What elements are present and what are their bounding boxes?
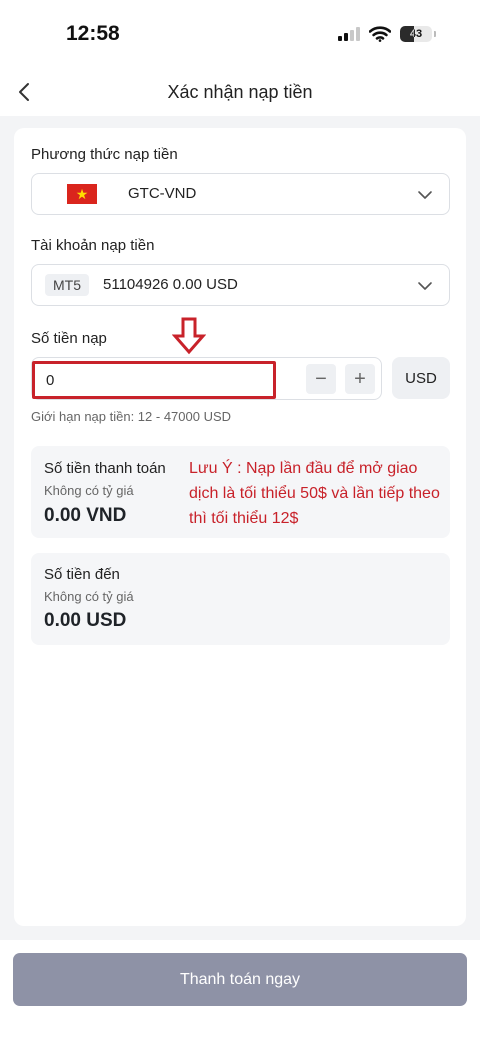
deposit-account-label: Tài khoản nạp tiền xyxy=(31,237,155,254)
deposit-limit-text: Giới hạn nạp tiền: 12 - 47000 USD xyxy=(31,409,232,424)
vietnam-flag-icon: ★ xyxy=(67,184,97,204)
amount-label: Số tiền nạp xyxy=(31,330,107,347)
decrease-button[interactable]: − xyxy=(306,364,336,394)
payment-amount-value: 0.00 VND xyxy=(44,505,127,526)
pay-now-button[interactable]: Thanh toán ngay xyxy=(13,953,467,1006)
battery-cap xyxy=(434,31,436,37)
chevron-down-icon xyxy=(418,282,432,290)
battery-level: 43 xyxy=(409,28,423,40)
currency-button[interactable]: USD xyxy=(392,357,450,399)
cellular-signal-icon xyxy=(338,27,360,41)
status-bar: 12:58 43 xyxy=(0,0,480,70)
deposit-method-value: GTC-VND xyxy=(128,185,197,202)
deposit-method-select[interactable]: ★ GTC-VND xyxy=(31,173,450,215)
received-amount-box: Số tiền đến Không có tỷ giá 0.00 USD xyxy=(31,553,450,645)
wifi-icon xyxy=(369,26,391,42)
increase-button[interactable]: + xyxy=(345,364,375,394)
received-amount-title: Số tiền đến xyxy=(44,566,120,583)
header: Xác nhận nạp tiền xyxy=(0,70,480,116)
footer: Thanh toán ngay xyxy=(0,940,480,1043)
amount-field: − + xyxy=(31,357,382,400)
minimum-deposit-note: Lưu Ý : Nạp lần đầu để mở giao dịch là t… xyxy=(189,460,440,527)
status-icons: 43 xyxy=(338,26,436,42)
down-arrow-annotation-icon xyxy=(172,317,206,355)
payment-amount-title: Số tiền thanh toán xyxy=(44,460,166,477)
deposit-account-select[interactable]: MT5 51104926 0.00 USD xyxy=(31,264,450,306)
chevron-down-icon xyxy=(418,191,432,199)
platform-tag: MT5 xyxy=(45,274,89,296)
deposit-method-label: Phương thức nạp tiền xyxy=(31,146,178,163)
payment-exchange-rate: Không có tỷ giá xyxy=(44,483,134,498)
received-exchange-rate: Không có tỷ giá xyxy=(44,589,134,604)
status-time: 12:58 xyxy=(66,22,120,45)
deposit-account-value: 51104926 0.00 USD xyxy=(103,276,238,293)
received-amount-value: 0.00 USD xyxy=(44,610,127,631)
battery-icon: 43 xyxy=(400,26,432,42)
amount-input[interactable] xyxy=(32,361,276,399)
page-title: Xác nhận nạp tiền xyxy=(167,82,313,102)
